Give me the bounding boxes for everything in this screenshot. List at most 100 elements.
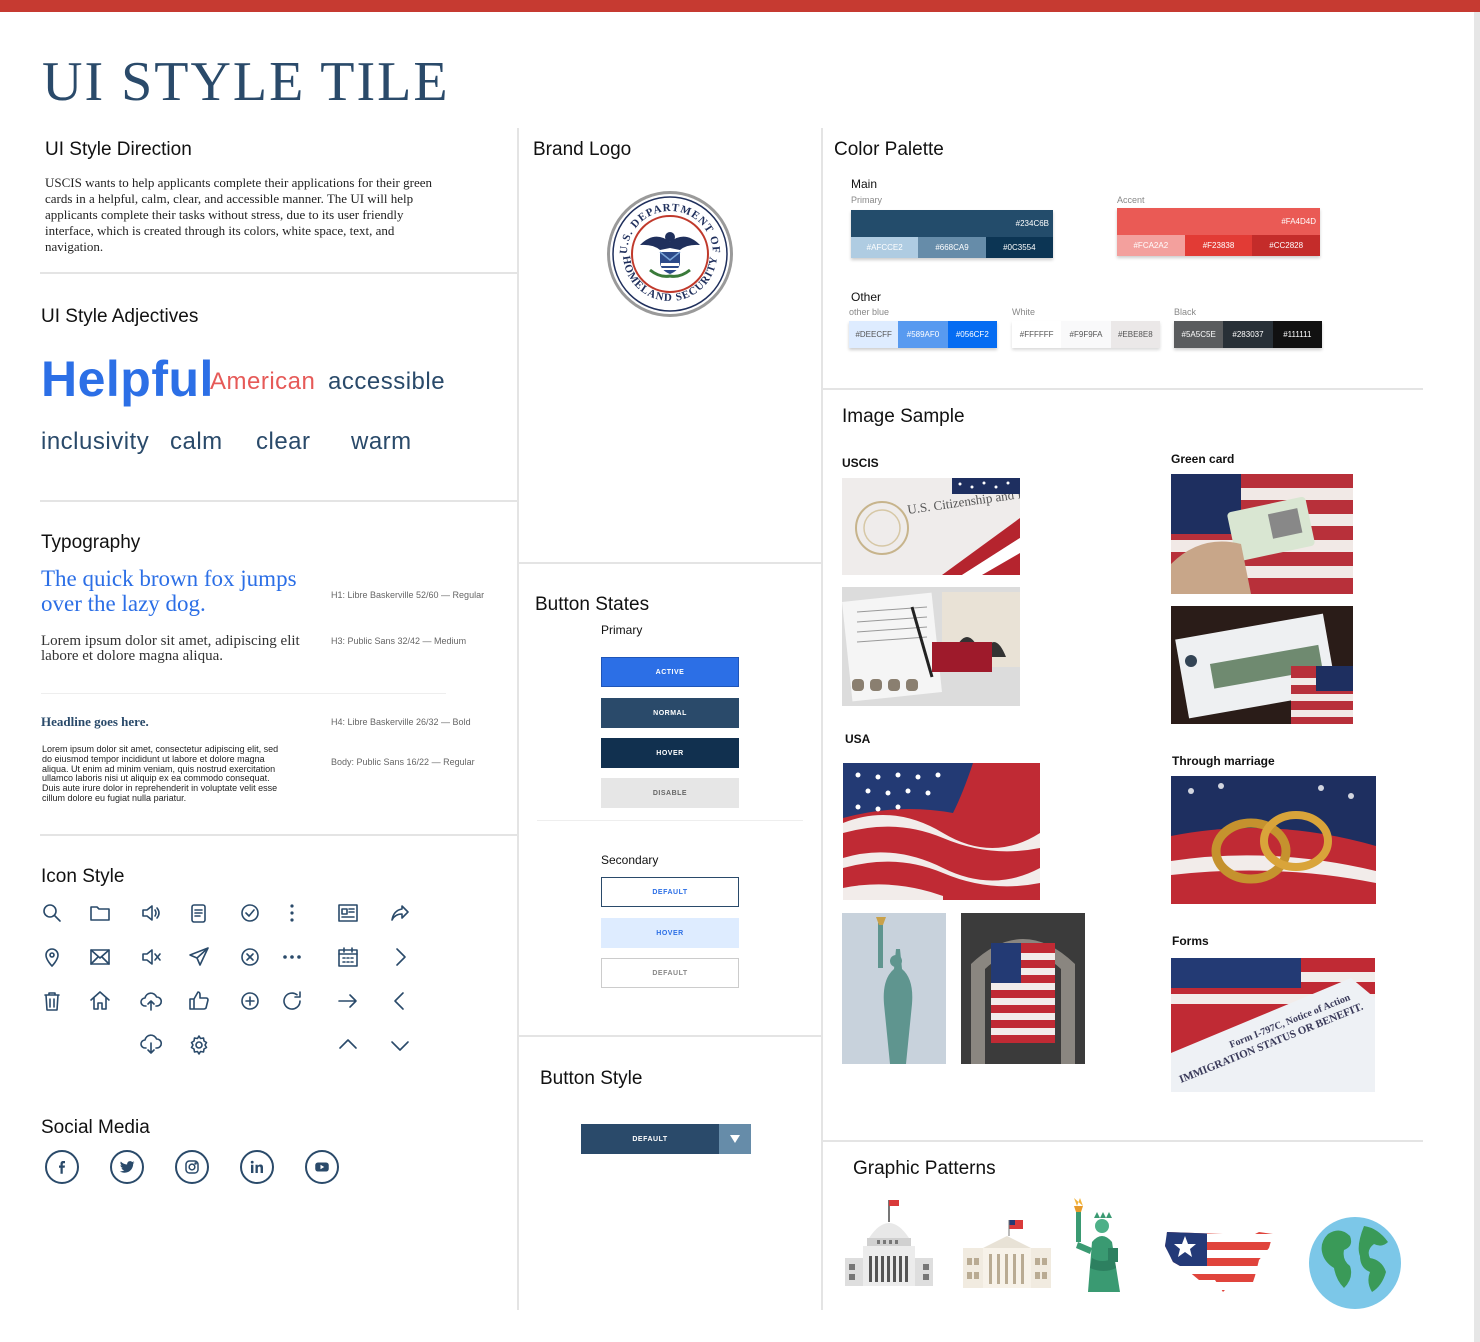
white-house-illustration (961, 1218, 1053, 1290)
swatch-otherblue-medium: #589AF0 (898, 321, 948, 348)
youtube-icon[interactable] (305, 1150, 339, 1184)
adjective-american: American (210, 368, 316, 395)
button-states-heading: Button States (535, 594, 650, 615)
dhs-seal-logo: U.S. DEPARTMENT OF HOMELAND SECURITY (605, 190, 735, 318)
chevron-right-icon (388, 945, 412, 969)
graphic-patterns-heading: Graphic Patterns (853, 1158, 996, 1179)
section-divider (40, 500, 517, 502)
usa-label: USA (845, 732, 871, 746)
location-icon (40, 945, 64, 969)
primary-label: Primary (601, 623, 643, 637)
adjective-inclusivity: inclusivity (41, 428, 150, 455)
usa-flag-photo (843, 763, 1040, 900)
swatch-otherblue-light: #DEECFF (849, 321, 899, 348)
section-divider (519, 562, 821, 564)
capitol-illustration (843, 1198, 935, 1290)
upload-cloud-icon (139, 989, 163, 1013)
otherblue-swatch: #DEECFF #589AF0 #056CF2 (849, 321, 997, 348)
green-card-photo (1171, 474, 1353, 594)
primary-disabled-button[interactable]: DISABLE (601, 778, 739, 808)
marriage-label: Through marriage (1172, 754, 1275, 768)
share-icon (388, 901, 412, 925)
section-divider (519, 1035, 821, 1037)
direction-text: USCIS wants to help applicants complete … (45, 175, 433, 254)
white-swatch: #FFFFFF #F9F9FA #EBE8E8 (1012, 321, 1160, 348)
close-circle-icon (238, 945, 262, 969)
adjectives-heading: UI Style Adjectives (41, 306, 199, 327)
adjective-accessible: accessible (328, 368, 446, 395)
uscis-document-photo: U.S. Citizenship and Immigration Service… (842, 478, 1020, 575)
right-border (1474, 12, 1480, 1342)
news-icon (336, 901, 360, 925)
section-divider (40, 834, 517, 836)
swatch-primary-medium: #668CA9 (918, 237, 986, 258)
trash-icon (40, 989, 64, 1013)
download-cloud-icon (139, 1033, 163, 1057)
secondary-hover-button[interactable]: HOVER (601, 918, 739, 948)
wedding-rings-photo (1171, 776, 1376, 904)
secondary-disabled-button[interactable]: DEFAULT (601, 958, 739, 988)
h4-spec: H4: Libre Baskerville 26/32 — Bold (331, 717, 471, 727)
refresh-icon (280, 989, 304, 1013)
forms-pen-photo (842, 587, 1020, 706)
facebook-icon[interactable] (45, 1150, 79, 1184)
image-sample-heading: Image Sample (842, 406, 965, 427)
search-icon (40, 901, 64, 925)
chevron-down-icon (388, 1033, 412, 1057)
column-divider (517, 128, 519, 1310)
otherblue-label: other blue (849, 307, 890, 317)
mail-icon (88, 945, 112, 969)
brand-logo-heading: Brand Logo (533, 139, 632, 160)
section-divider (40, 272, 517, 274)
twitter-icon[interactable] (110, 1150, 144, 1184)
primary-hover-button[interactable]: HOVER (601, 738, 739, 768)
primary-normal-button[interactable]: NORMAL (601, 698, 739, 728)
chevron-down-icon (730, 1135, 740, 1143)
h4-sample: Headline goes here. (41, 714, 149, 729)
check-circle-icon (238, 901, 262, 925)
swatch-lightgray: #EBE8E8 (1110, 321, 1160, 348)
calendar-icon (336, 945, 360, 969)
statue-of-liberty-illustration (1068, 1198, 1132, 1292)
chevron-left-icon (388, 989, 412, 1013)
typography-divider (41, 693, 446, 694)
section-divider (823, 1140, 1423, 1142)
swatch-primary-light: #AFCCE2 (851, 237, 919, 258)
volume-icon (139, 901, 163, 925)
social-heading: Social Media (41, 1117, 150, 1138)
flag-arch-photo (961, 913, 1085, 1064)
mute-icon (139, 945, 163, 969)
accent-palette-label: Accent (1117, 195, 1145, 205)
document-icon (187, 901, 211, 925)
direction-heading: UI Style Direction (45, 139, 192, 160)
primary-swatch: #234C6B #AFCCE2 #668CA9 #0C3554 (851, 210, 1053, 258)
globe-illustration (1308, 1216, 1402, 1310)
top-accent-bar (0, 0, 1480, 12)
more-horizontal-icon (280, 945, 304, 969)
form-notice-photo: Form I-797C, Notice of Action IMMIGRATIO… (1171, 958, 1375, 1092)
column-divider (821, 128, 823, 1310)
color-palette-heading: Color Palette (834, 139, 944, 160)
chevron-up-icon (336, 1033, 360, 1057)
swatch-white: #FFFFFF (1012, 321, 1062, 348)
adjective-calm: calm (170, 428, 223, 455)
swatch-offwhite: #F9F9FA (1061, 321, 1111, 348)
h3-spec: H3: Public Sans 32/42 — Medium (331, 636, 467, 646)
instagram-icon[interactable] (175, 1150, 209, 1184)
dropdown-button[interactable]: DEFAULT (581, 1124, 719, 1154)
secondary-default-button[interactable]: DEFAULT (601, 877, 739, 907)
swatch-accent-main: #FA4D4D (1117, 208, 1320, 235)
adjective-clear: clear (256, 428, 311, 455)
accent-swatch: #FA4D4D #FCA2A2 #F23838 #CC2828 (1117, 208, 1321, 256)
primary-active-button[interactable]: ACTIVE (601, 657, 739, 687)
swatch-accent-medium: #F23838 (1184, 235, 1253, 256)
buttons-divider (537, 820, 803, 821)
primary-palette-label: Primary (851, 195, 882, 205)
other-label: Other (851, 290, 882, 304)
dropdown-toggle[interactable] (719, 1124, 751, 1154)
uscis-label: USCIS (842, 456, 879, 470)
linkedin-icon[interactable] (240, 1150, 274, 1184)
button-style-heading: Button Style (540, 1068, 643, 1089)
adjective-warm: warm (351, 428, 412, 455)
green-card-label: Green card (1171, 452, 1235, 466)
